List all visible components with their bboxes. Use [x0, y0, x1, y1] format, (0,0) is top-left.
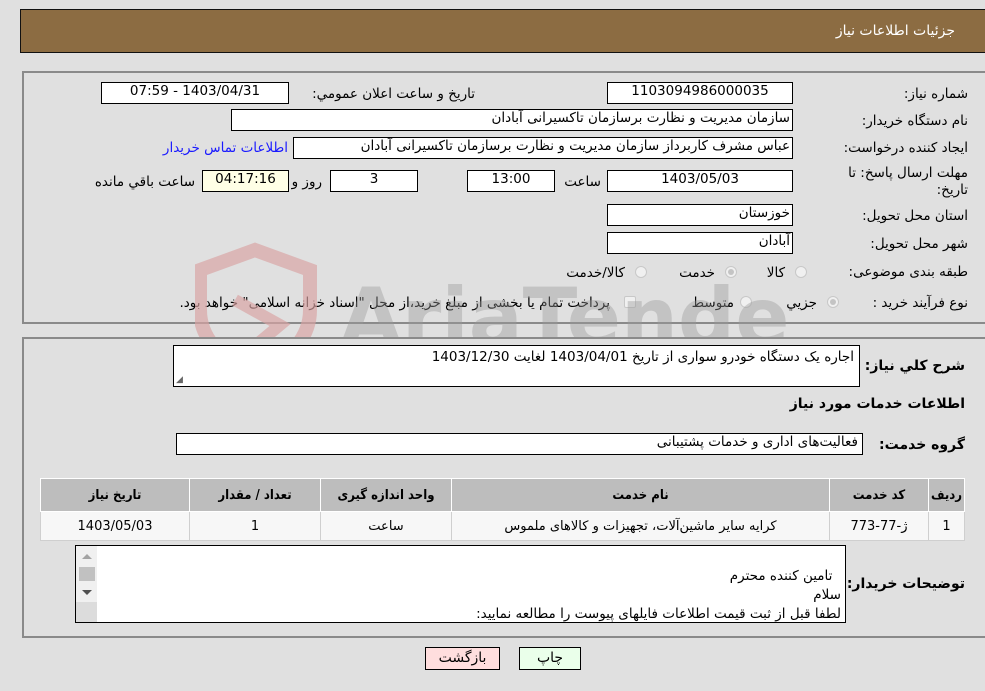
- description-text: اجاره یک دستگاه خودرو سواری از تاریخ 140…: [431, 349, 854, 365]
- scroll-up-arrow-icon[interactable]: [82, 554, 92, 559]
- remaining-days-field: 3: [330, 170, 418, 192]
- category-option-goods-service: کالا/خدمت: [566, 265, 625, 281]
- page-title: جزئیات اطلاعات نیاز: [835, 23, 955, 39]
- buyer-notes-text: تامین کننده محترم سلام لطفا قبل از ثبت ق…: [476, 568, 841, 622]
- announce-datetime-label: تاریخ و ساعت اعلان عمومي:: [312, 86, 475, 102]
- city-field: آبادان: [607, 232, 793, 254]
- requester-field: عباس مشرف کاربرداز سازمان مدیریت و نظارت…: [293, 137, 793, 159]
- resize-handle-icon[interactable]: ◢: [176, 375, 183, 385]
- table-row: 1 ژ-77-773 کرایه سایر ماشین‌آلات، تجهیزا…: [40, 511, 965, 541]
- cell-service-code: ژ-77-773: [829, 511, 929, 541]
- buyer-notes-textarea[interactable]: تامین کننده محترم سلام لطفا قبل از ثبت ق…: [75, 545, 846, 623]
- cell-quantity: 1: [189, 511, 321, 541]
- need-number-field: 1103094986000035: [607, 82, 793, 104]
- resize-grip-icon[interactable]: [76, 602, 97, 622]
- treasury-checkbox[interactable]: [624, 296, 636, 308]
- remaining-time-field: 04:17:16: [202, 170, 289, 192]
- need-number-label: شماره نیاز:: [903, 86, 968, 102]
- remaining-label: ساعت باقي مانده: [94, 174, 195, 190]
- buyer-notes-label: توضیحات خریدار:: [846, 576, 965, 592]
- notes-scrollbar[interactable]: [76, 546, 97, 622]
- province-label: استان محل تحویل:: [862, 208, 968, 224]
- category-option-service: خدمت: [679, 265, 715, 281]
- table-header-row: ردیف کد خدمت نام خدمت واحد اندازه گیری ت…: [40, 478, 965, 512]
- col-header-service-code: کد خدمت: [829, 478, 929, 512]
- purchase-type-radio-medium[interactable]: [740, 296, 752, 308]
- col-header-unit: واحد اندازه گیری: [320, 478, 452, 512]
- scroll-thumb[interactable]: [79, 567, 95, 581]
- deadline-label: مهلت ارسال پاسخ: تا تاریخ:: [848, 165, 968, 198]
- back-button[interactable]: بازگشت: [425, 647, 500, 670]
- deadline-time-label: ساعت: [564, 174, 601, 190]
- category-label: طبقه بندی موضوعی:: [848, 264, 968, 280]
- print-button[interactable]: چاپ: [519, 647, 581, 670]
- cell-service-name: کرایه سایر ماشین‌آلات، تجهیزات و کالاهای…: [451, 511, 830, 541]
- cell-need-date: 1403/05/03: [40, 511, 190, 541]
- cell-row-number: 1: [928, 511, 965, 541]
- col-header-need-date: تاریخ نیاز: [40, 478, 190, 512]
- requester-label: ایجاد کننده درخواست:: [843, 140, 968, 156]
- description-textarea[interactable]: اجاره یک دستگاه خودرو سواری از تاریخ 140…: [173, 345, 860, 387]
- service-group-field: فعالیت‌های اداری و خدمات پشتیبانی: [176, 433, 863, 455]
- category-radio-goods[interactable]: [795, 266, 807, 278]
- col-header-row-number: ردیف: [928, 478, 965, 512]
- services-table: ردیف کد خدمت نام خدمت واحد اندازه گیری ت…: [40, 478, 965, 541]
- province-field: خوزستان: [607, 204, 793, 226]
- col-header-service-name: نام خدمت: [451, 478, 830, 512]
- category-radio-service[interactable]: [725, 266, 737, 278]
- service-group-label: گروه خدمت:: [879, 437, 965, 453]
- purchase-type-option-minor: جزیي: [786, 295, 817, 311]
- days-label: روز و: [291, 174, 322, 190]
- purchase-type-label: نوع فرآیند خرید :: [872, 295, 968, 311]
- col-header-quantity: تعداد / مقدار: [189, 478, 321, 512]
- description-label: شرح کلي نیاز:: [864, 358, 965, 374]
- deadline-time-field: 13:00: [467, 170, 555, 192]
- announce-datetime-field: 1403/04/31 - 07:59: [101, 82, 289, 104]
- city-label: شهر محل تحویل:: [870, 236, 968, 252]
- category-radio-goods-service[interactable]: [635, 266, 647, 278]
- buyer-org-label: نام دستگاه خریدار:: [861, 113, 968, 129]
- cell-unit: ساعت: [320, 511, 452, 541]
- scroll-down-arrow-icon[interactable]: [82, 590, 92, 595]
- buyer-org-field: سازمان مدیریت و نظارت برسازمان تاکسیرانی…: [231, 109, 793, 131]
- category-option-goods: کالا: [766, 265, 785, 281]
- purchase-type-radio-minor[interactable]: [827, 296, 839, 308]
- purchase-type-option-medium: متوسط: [691, 295, 734, 311]
- page-header: جزئیات اطلاعات نیاز: [20, 9, 985, 53]
- treasury-note: پرداخت تمام یا بخشی از مبلغ خرید،از محل …: [179, 295, 610, 311]
- buyer-contact-link[interactable]: اطلاعات تماس خریدار: [163, 140, 288, 156]
- deadline-date-field: 1403/05/03: [607, 170, 793, 192]
- services-section-title: اطلاعات خدمات مورد نیاز: [789, 396, 965, 412]
